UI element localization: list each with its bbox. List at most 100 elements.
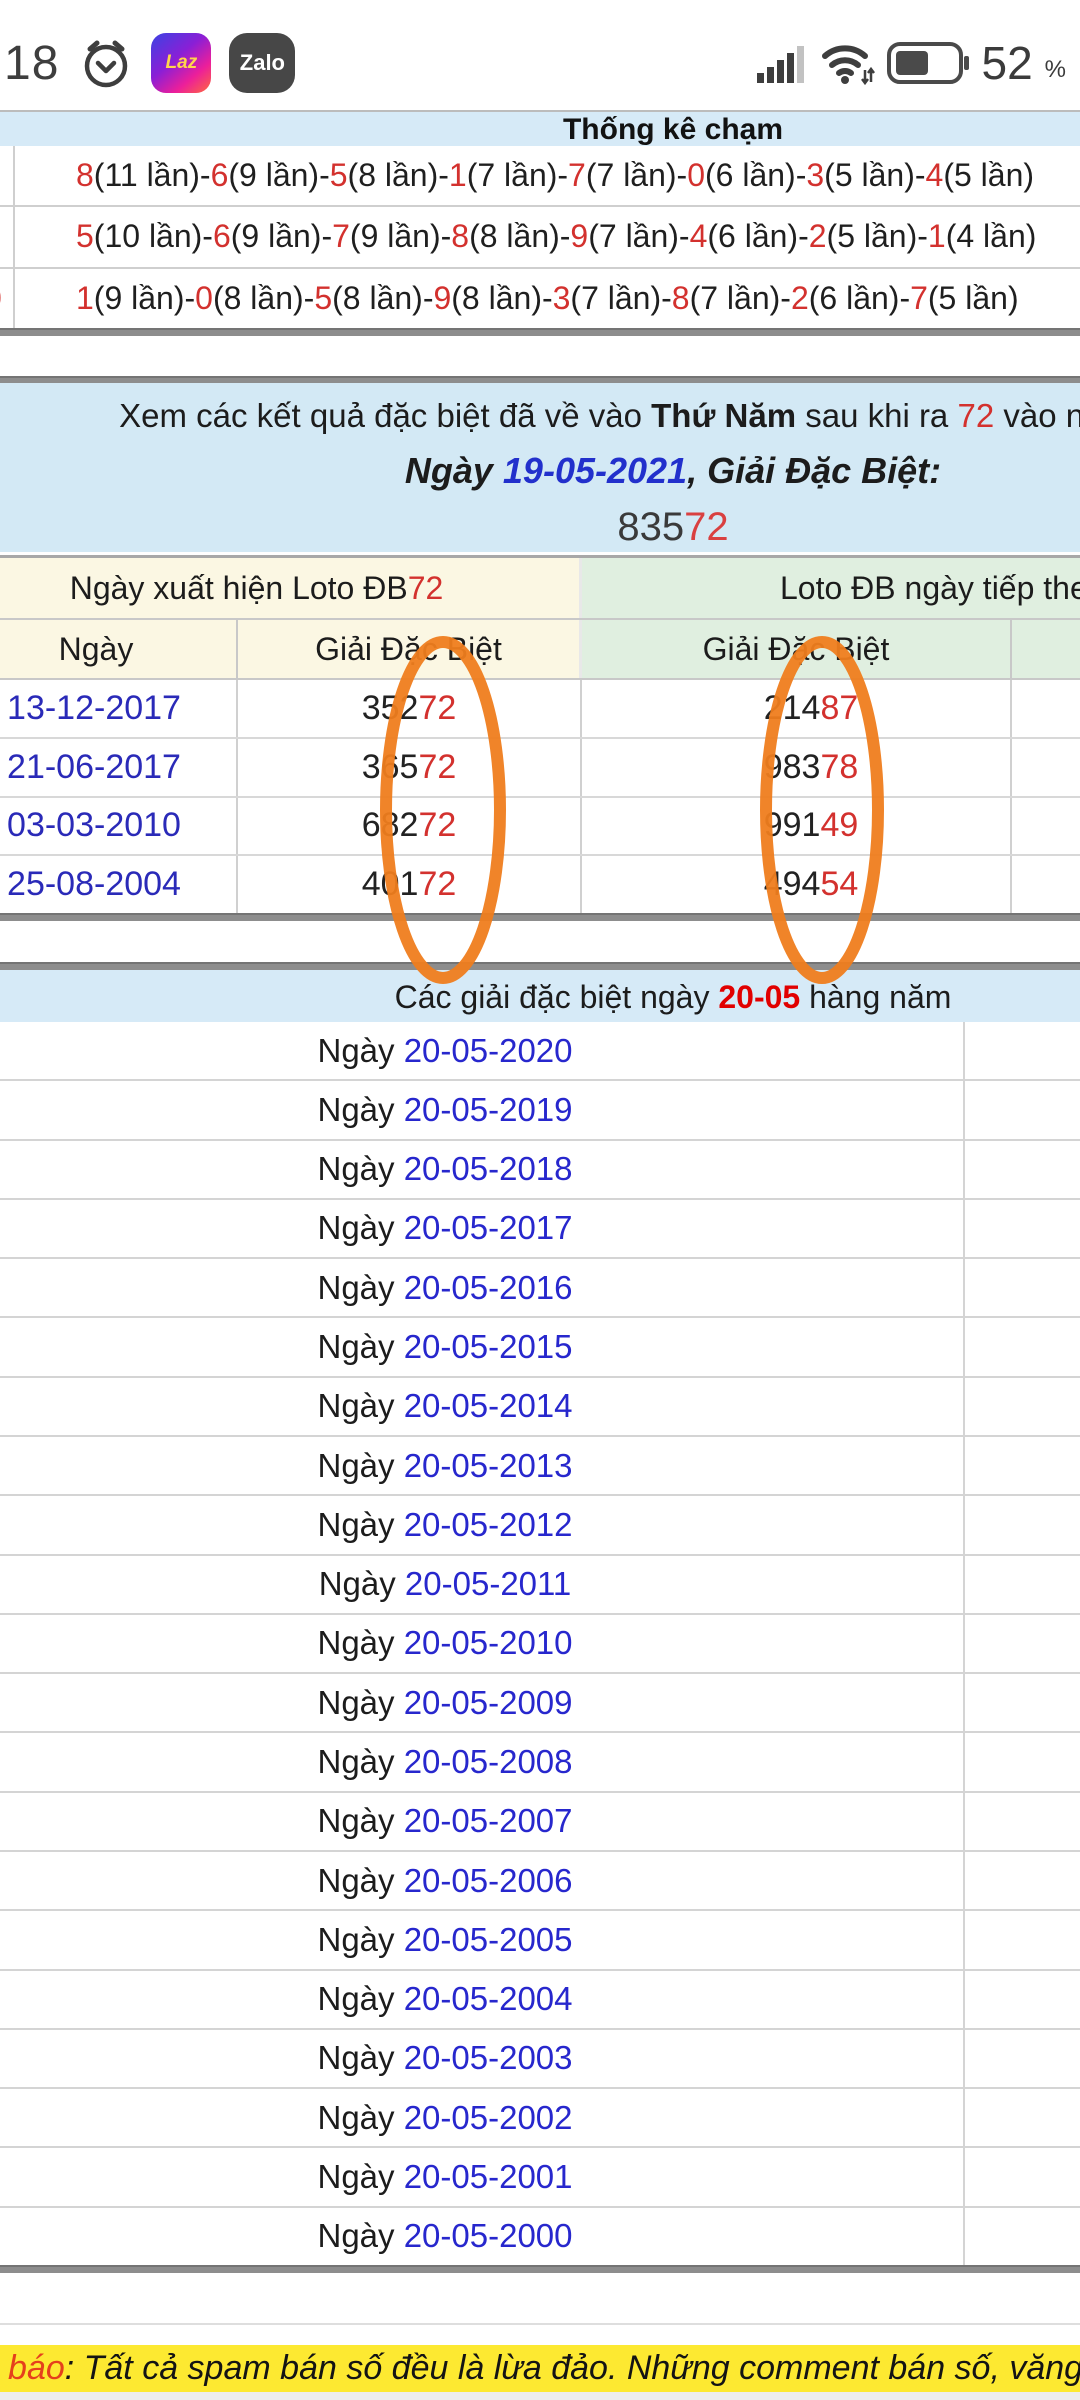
cham-digit: 0 bbox=[195, 280, 213, 317]
row-label: Ngày bbox=[317, 1743, 403, 1780]
list-item: Ngày 20-05-2014 bbox=[0, 1378, 1080, 1437]
list-item: Ngày 20-05-2012 bbox=[0, 1496, 1080, 1555]
year-link[interactable]: 20-05-2020 bbox=[404, 1032, 573, 1069]
table-row: 21-06-20173657298378 bbox=[0, 739, 1080, 798]
prize-cell: 21487 bbox=[582, 680, 1012, 737]
list-item: Ngày 20-05-2002 bbox=[0, 2089, 1080, 2148]
result-date-link[interactable]: 25-08-2004 bbox=[7, 865, 181, 904]
info-text: sau khi ra bbox=[796, 397, 957, 434]
year-link[interactable]: 20-05-2013 bbox=[404, 1447, 573, 1484]
cham-count: (6 lần) bbox=[705, 157, 796, 194]
result-date-link[interactable]: 13-12-2017 bbox=[7, 689, 181, 728]
row-label: Ngày bbox=[317, 2099, 403, 2136]
row-label: Ngày bbox=[317, 1506, 403, 1543]
row-label: Ngày bbox=[317, 1328, 403, 1365]
cham-count: (8 lần) bbox=[332, 280, 423, 317]
row-label: Ngày bbox=[319, 1565, 405, 1602]
annual-row-text: Ngày 20-05-2000 bbox=[0, 2217, 890, 2255]
info-date-link[interactable]: 19-05-2021 bbox=[503, 450, 687, 491]
result-date-link[interactable]: 21-06-2017 bbox=[7, 748, 181, 787]
separator-text: - bbox=[319, 157, 330, 194]
year-link[interactable]: 20-05-2008 bbox=[404, 1743, 573, 1780]
prize-suffix: 49 bbox=[820, 806, 858, 845]
annual-row-text: Ngày 20-05-2012 bbox=[0, 1506, 890, 1544]
year-link[interactable]: 20-05-2001 bbox=[404, 2158, 573, 2195]
cham-count: (8 lần) bbox=[451, 280, 542, 317]
year-link[interactable]: 20-05-2012 bbox=[404, 1506, 573, 1543]
column-header-prize: Giải Đặc Biệt bbox=[238, 620, 582, 678]
cham-digit: 6 bbox=[213, 218, 231, 255]
year-link[interactable]: 20-05-2009 bbox=[404, 1684, 573, 1721]
prize-prefix: 365 bbox=[362, 748, 419, 787]
prize-suffix: 72 bbox=[418, 806, 456, 845]
header-loto-appeared: Ngày xuất hiện Loto ĐB 72 bbox=[0, 558, 582, 618]
list-item: Ngày 20-05-2019 bbox=[0, 1081, 1080, 1140]
year-link[interactable]: 20-05-2006 bbox=[404, 1862, 573, 1899]
cham-count: (9 lần) bbox=[228, 157, 319, 194]
info-text: Ngày bbox=[405, 450, 503, 491]
prize-prefix: 835 bbox=[617, 505, 684, 549]
cham-count: (10 lần) bbox=[94, 218, 203, 255]
year-link[interactable]: 20-05-2002 bbox=[404, 2099, 573, 2136]
separator-text: - bbox=[185, 280, 196, 317]
year-link[interactable]: 20-05-2016 bbox=[404, 1269, 573, 1306]
cham-digit: 6 bbox=[211, 157, 229, 194]
year-link[interactable]: 20-05-2011 bbox=[405, 1565, 571, 1602]
annual-column-border bbox=[963, 1022, 965, 2265]
prize-prefix: 214 bbox=[764, 689, 821, 728]
prize-prefix: 983 bbox=[764, 748, 821, 787]
list-item: Ngày 20-05-2016 bbox=[0, 1259, 1080, 1318]
bottom-strip bbox=[0, 2392, 1080, 2400]
cham-stats-table: 8 (11 lần) - 6 (9 lần) - 5 (8 lần) - 1 (… bbox=[0, 146, 1080, 328]
year-link[interactable]: 20-05-2017 bbox=[404, 1209, 573, 1246]
result-date-link[interactable]: 03-03-2010 bbox=[7, 806, 181, 845]
list-item: Ngày 20-05-2005 bbox=[0, 1911, 1080, 1970]
year-link[interactable]: 20-05-2007 bbox=[404, 1802, 573, 1839]
year-link[interactable]: 20-05-2000 bbox=[404, 2217, 573, 2254]
cham-count: (6 lần) bbox=[707, 218, 798, 255]
annual-row-text: Ngày 20-05-2009 bbox=[0, 1684, 890, 1722]
list-item: Ngày 20-05-2006 bbox=[0, 1852, 1080, 1911]
annual-row-text: Ngày 20-05-2015 bbox=[0, 1328, 890, 1366]
prize-cell: 40172 bbox=[238, 856, 582, 913]
year-link[interactable]: 20-05-2019 bbox=[404, 1091, 573, 1128]
year-link[interactable]: 20-05-2015 bbox=[404, 1328, 573, 1365]
lottery-stats-page: 18 Laz Zalo bbox=[0, 0, 1080, 2400]
list-item: Ngày 20-05-2000 bbox=[0, 2208, 1080, 2265]
prize-prefix: 401 bbox=[362, 865, 419, 904]
prize-cell: 98378 bbox=[582, 739, 1012, 796]
year-link[interactable]: 20-05-2018 bbox=[404, 1150, 573, 1187]
separator-text: - bbox=[915, 157, 926, 194]
prize-prefix: 352 bbox=[362, 689, 419, 728]
cham-count: (9 lần) bbox=[350, 218, 441, 255]
year-link[interactable]: 20-05-2003 bbox=[404, 2039, 573, 2076]
annual-row-text: Ngày 20-05-2003 bbox=[0, 2039, 890, 2077]
row-label: Ngày bbox=[317, 1980, 403, 2017]
cham-digit: 0 bbox=[687, 157, 705, 194]
zalo-app-icon: Zalo bbox=[229, 33, 295, 93]
cham-count: (5 lần) bbox=[824, 157, 915, 194]
header-loto-number: 72 bbox=[408, 570, 444, 607]
year-link[interactable]: 20-05-2014 bbox=[404, 1387, 573, 1424]
cham-digit: 2 bbox=[809, 218, 827, 255]
cham-digit: 7 bbox=[332, 218, 350, 255]
lazada-app-icon: Laz bbox=[151, 33, 211, 93]
row-label: Ngày bbox=[317, 1032, 403, 1069]
status-time: 18 bbox=[4, 36, 59, 91]
annual-row-text: Ngày 20-05-2001 bbox=[0, 2158, 890, 2196]
row-label: Ngày bbox=[317, 1624, 403, 1661]
row-label: Ngày bbox=[317, 1091, 403, 1128]
year-link[interactable]: 20-05-2005 bbox=[404, 1921, 573, 1958]
prize-prefix: 494 bbox=[764, 865, 821, 904]
prize-prefix: 991 bbox=[764, 806, 821, 845]
prize-cell: 68272 bbox=[238, 798, 582, 855]
result-date-cell: 03-03-2010 bbox=[0, 798, 238, 855]
year-link[interactable]: 20-05-2010 bbox=[404, 1624, 573, 1661]
year-link[interactable]: 20-05-2004 bbox=[404, 1980, 573, 2017]
cham-count: (7 lần) bbox=[690, 280, 781, 317]
column-header-empty bbox=[1012, 620, 1080, 678]
cham-digit: 7 bbox=[910, 280, 928, 317]
cham-count: (5 lần) bbox=[943, 157, 1034, 194]
status-bar: 18 Laz Zalo bbox=[0, 0, 1080, 95]
info-text: vào ngày trước bbox=[994, 397, 1080, 434]
